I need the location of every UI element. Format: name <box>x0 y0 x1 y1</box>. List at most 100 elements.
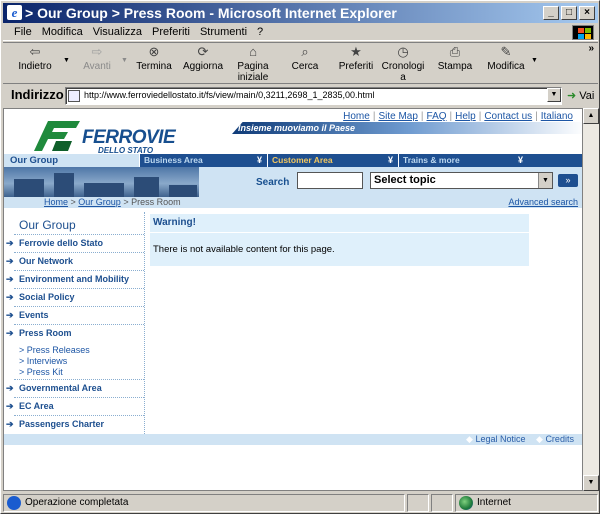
sidebar: Our Group ➔ Ferrovie dello Stato ➔ Our Net… <box>6 212 145 434</box>
window-title: > Our Group > Press Room - Microsoft Int… <box>25 5 397 21</box>
scroll-up-button[interactable]: ▲ <box>583 108 599 124</box>
page-viewport: Home | Site Map | FAQ | Help | Contact us | Italia… <box>3 108 583 491</box>
sidebar-sub-press-kit[interactable]: > Press Kit <box>19 367 63 377</box>
status-cell-1 <box>407 494 429 512</box>
print-button[interactable]: ⎙ Stampa <box>437 44 473 73</box>
close-button[interactable]: × <box>579 6 595 20</box>
forward-button[interactable]: ⇨ Avanti <box>77 44 117 73</box>
menu-modifica[interactable]: Modifica <box>37 24 88 40</box>
sidebar-item-governmental[interactable]: ➔ Governmental Area <box>6 379 144 396</box>
top-link-site-map[interactable]: Site Map <box>378 111 417 122</box>
scroll-down-button[interactable]: ▼ <box>583 475 599 491</box>
chevron-down-icon: ¥ <box>387 155 393 165</box>
top-link-home[interactable]: Home <box>343 111 370 122</box>
print-icon: ⎙ <box>449 44 461 59</box>
breadcrumb-home[interactable]: Home <box>44 197 68 207</box>
arrow-right-icon: ➔ <box>6 274 14 284</box>
banner-search-row: Search Select topic ▼ » <box>4 167 582 197</box>
address-dropdown-button[interactable]: ▼ <box>547 88 561 102</box>
sidebar-title: Our Group <box>19 218 76 232</box>
address-bar: Indirizzo http://www.ferroviedellostato.… <box>3 86 598 106</box>
chevron-down-icon: ▼ <box>538 173 552 188</box>
address-label: Indirizzo <box>11 87 64 102</box>
warning-message: There is not available content for this … <box>153 244 335 255</box>
favorites-button[interactable]: ★ Preferiti <box>336 45 376 73</box>
maximize-button[interactable]: □ <box>561 6 577 20</box>
search-button[interactable]: ⌕ Cerca <box>288 44 322 73</box>
search-go-button[interactable]: » <box>558 174 578 187</box>
globe-icon <box>459 496 473 510</box>
back-button[interactable]: ⇦ Indietro <box>15 44 55 73</box>
sidebar-item-events[interactable]: ➔ Events <box>6 306 144 323</box>
sidebar-item-environment[interactable]: ➔ Environment and Mobility <box>6 270 144 287</box>
topic-select[interactable]: Select topic ▼ <box>370 172 553 189</box>
ie-status-icon <box>7 496 21 510</box>
sidebar-item-network[interactable]: ➔ Our Network <box>6 252 144 269</box>
top-link-contact-us[interactable]: Contact us <box>484 111 532 122</box>
search-input[interactable] <box>297 172 363 189</box>
footer-credits-link[interactable]: ◆ Credits <box>536 434 574 445</box>
arrow-right-icon: ➔ <box>6 328 14 338</box>
sidebar-sub-press-releases[interactable]: > Press Releases <box>19 345 90 355</box>
fs-logo[interactable]: FERROVIE DELLO STATO <box>34 119 214 155</box>
search-icon: ⌕ <box>301 44 309 59</box>
sidebar-item-press-room[interactable]: ➔ Press Room <box>6 324 144 341</box>
nav-customer-area[interactable]: Customer Area ¥ <box>267 154 398 167</box>
advanced-search-link[interactable]: Advanced search <box>508 197 578 208</box>
edit-button[interactable]: ✎ Modifica <box>485 44 527 73</box>
menu-preferiti[interactable]: Preferiti <box>147 24 195 40</box>
toolbar-chevron[interactable]: » <box>588 43 594 54</box>
status-bar: Operazione completata Internet <box>3 493 598 513</box>
page-icon <box>68 90 80 102</box>
sidebar-sub-interviews[interactable]: > Interviews <box>19 356 67 366</box>
breadcrumb-our-group[interactable]: Our Group <box>78 197 121 207</box>
arrow-right-icon: ➔ <box>6 256 14 266</box>
arrow-right-icon: ➔ <box>6 383 14 393</box>
breadcrumb: Home > Our Group > Press Room <box>44 197 181 207</box>
nav-business-area[interactable]: Business Area ¥ <box>139 154 267 167</box>
sidebar-item-ec-area[interactable]: ➔ EC Area <box>6 397 144 414</box>
top-link-italiano[interactable]: Italiano <box>541 111 573 122</box>
windows-flag-icon <box>572 25 594 40</box>
arrow-right-icon: ➔ <box>6 292 14 302</box>
menu-help[interactable]: ? <box>252 24 268 40</box>
edit-icon: ✎ <box>500 44 512 59</box>
address-input[interactable]: http://www.ferroviedellostato.it/fs/view… <box>65 87 562 105</box>
breadcrumb-bar: Home > Our Group > Press Room Advanced s… <box>4 197 582 208</box>
sidebar-item-social-policy[interactable]: ➔ Social Policy <box>6 288 144 305</box>
history-button[interactable]: ◷ Cronologi a <box>381 45 425 84</box>
sidebar-item-passengers-charter[interactable]: ➔ Passengers Charter <box>6 415 144 432</box>
banner-image <box>4 167 199 197</box>
status-text-cell: Operazione completata <box>3 494 405 512</box>
zone-text: Internet <box>477 497 511 508</box>
menu-bar: File Modifica Visualizza Preferiti Strumenti… <box>3 24 598 41</box>
search-label: Search <box>256 177 290 188</box>
stop-button[interactable]: ⊗ Termina <box>134 45 174 73</box>
title-bar[interactable]: e > Our Group > Press Room - Microsoft I… <box>3 3 598 23</box>
go-button[interactable]: ➜ Vai <box>567 89 594 102</box>
forward-arrow-icon: ⇨ <box>91 44 103 59</box>
top-link-help[interactable]: Help <box>455 111 476 122</box>
chevron-down-icon: ¥ <box>517 155 523 165</box>
menu-visualizza[interactable]: Visualizza <box>88 24 147 40</box>
back-arrow-icon: ⇦ <box>29 44 41 59</box>
footer-legal-link[interactable]: ◆ Legal Notice <box>466 434 525 445</box>
minimize-button[interactable]: _ <box>543 6 559 20</box>
bullet-icon: ◆ <box>466 434 473 444</box>
forward-dropdown-arrow[interactable]: ▼ <box>121 57 128 64</box>
nav-trains-more[interactable]: Trains & more ¥ <box>398 154 528 167</box>
menu-strumenti[interactable]: Strumenti <box>195 24 252 40</box>
address-url: http://www.ferroviedellostato.it/fs/view… <box>84 90 375 100</box>
warning-box: Warning! There is not available content … <box>150 214 529 266</box>
top-link-faq[interactable]: FAQ <box>427 111 447 122</box>
sidebar-item-ferrovie[interactable]: ➔ Ferrovie dello Stato <box>6 234 144 251</box>
slogan: Insieme muoviamo il Paese <box>232 122 582 134</box>
vertical-scrollbar[interactable]: ▲ ▼ <box>583 108 599 491</box>
arrow-right-icon: ➔ <box>6 419 14 429</box>
refresh-button[interactable]: ⟳ Aggiorna <box>182 45 224 73</box>
menu-file[interactable]: File <box>9 24 37 40</box>
back-dropdown-arrow[interactable]: ▼ <box>63 57 70 64</box>
nav-our-group[interactable]: Our Group <box>4 154 139 167</box>
home-button[interactable]: ⌂ Pagina iniziale <box>233 45 273 84</box>
edit-dropdown-arrow[interactable]: ▼ <box>531 57 538 64</box>
